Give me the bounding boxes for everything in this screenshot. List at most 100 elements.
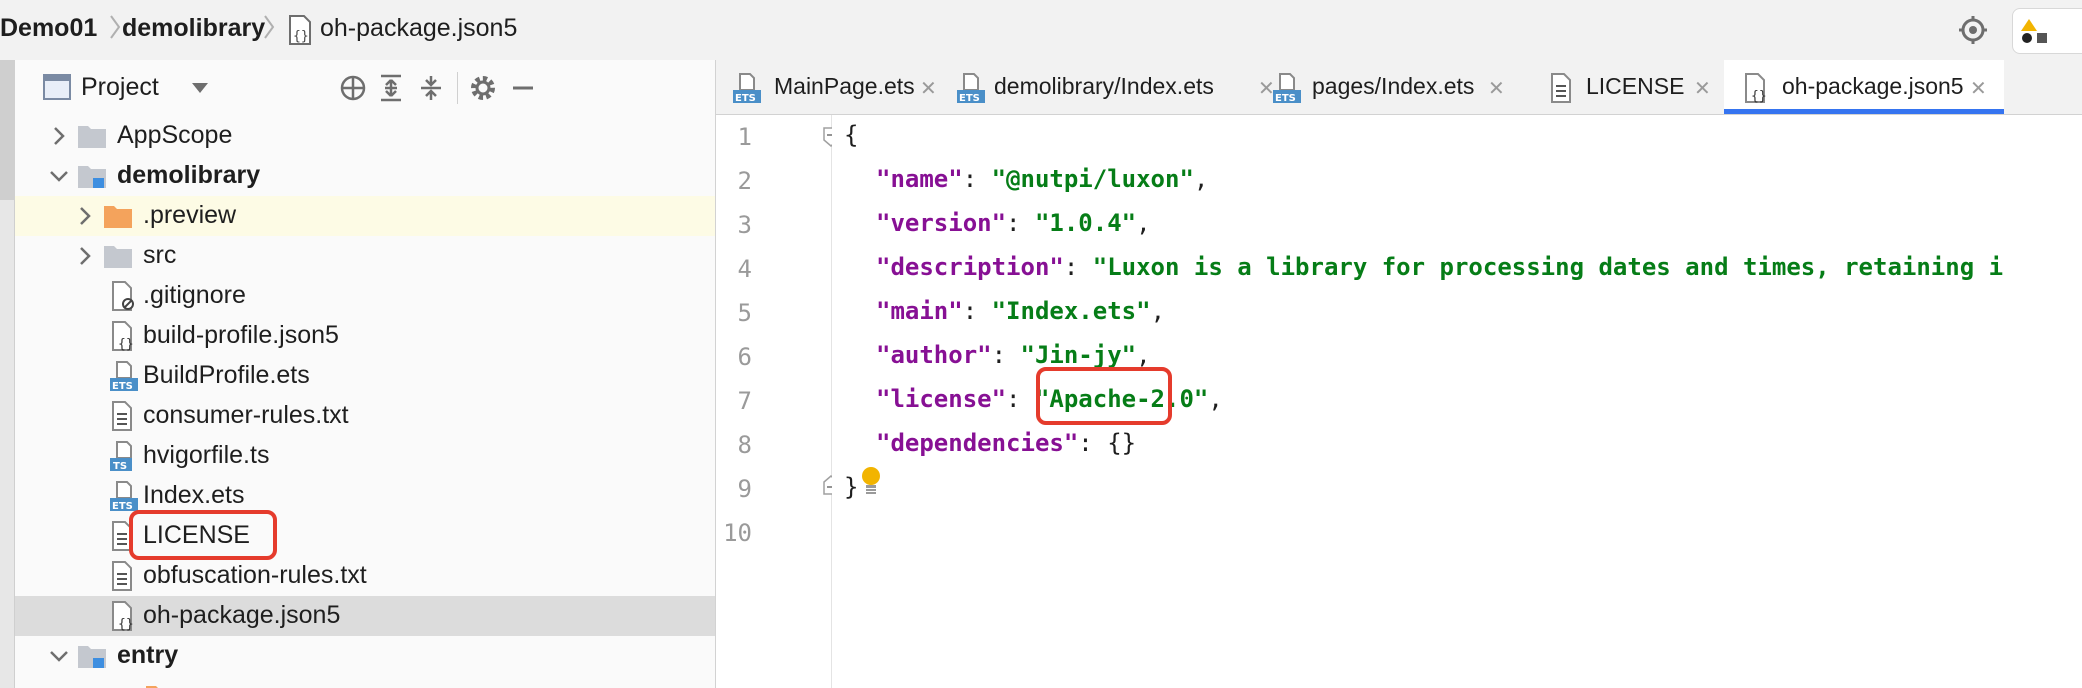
- line-number: 10: [723, 519, 752, 547]
- project-view-selector[interactable]: Project: [81, 73, 159, 102]
- tree-item-label: consumer-rules.txt: [143, 401, 349, 429]
- shapes-icon: [2021, 19, 2047, 43]
- line-number: 7: [737, 387, 752, 415]
- tree-item-src[interactable]: src: [15, 236, 715, 276]
- orange-folder-icon: [104, 206, 132, 228]
- breadcrumb-module[interactable]: demolibrary: [122, 14, 265, 43]
- project-tool-tab[interactable]: [0, 60, 14, 200]
- tab-pages-index[interactable]: ETS pages/Index.ets ✕: [1272, 60, 1505, 114]
- close-icon[interactable]: ✕: [920, 76, 937, 101]
- tree-item-label: obfuscation-rules.txt: [143, 561, 367, 589]
- svg-text:ETS: ETS: [1275, 93, 1296, 104]
- text-file-icon: [112, 401, 132, 431]
- locate-icon[interactable]: [1958, 15, 1988, 45]
- annotation-highlight: [129, 510, 277, 560]
- crosshair-icon[interactable]: [337, 72, 369, 104]
- svg-text:ETS: ETS: [112, 381, 133, 392]
- chevron-down-icon[interactable]: [191, 82, 209, 94]
- collapse-all-icon[interactable]: [415, 72, 447, 104]
- ets-file-icon: ETS: [733, 73, 761, 104]
- close-icon[interactable]: ✕: [1488, 76, 1505, 101]
- ets-file-icon: ETS: [957, 73, 985, 104]
- json-string: "1.0.4": [1034, 209, 1137, 237]
- tree-item-label: hvigorfile.ts: [143, 441, 270, 469]
- run-config-widget[interactable]: [2012, 8, 2082, 54]
- folder-icon: [78, 126, 106, 148]
- expand-all-icon[interactable]: [375, 72, 407, 104]
- json-colon: :: [1063, 253, 1093, 281]
- json-string: "Luxon is a library for processing dates…: [1092, 253, 2004, 281]
- tree-item-demolibrary[interactable]: demolibrary: [15, 156, 715, 196]
- tab-oh-package[interactable]: {} oh-package.json5 ✕: [1724, 60, 2004, 114]
- breadcrumb-file[interactable]: oh-package.json5: [320, 14, 517, 43]
- tree-item-entry[interactable]: entry: [15, 636, 715, 676]
- json-file-icon: {}: [112, 321, 134, 352]
- minimize-icon[interactable]: [507, 72, 539, 104]
- chevron-right-icon[interactable]: [47, 124, 71, 148]
- json-key: "dependencies": [876, 429, 1079, 457]
- tree-item-oh-package[interactable]: {} oh-package.json5: [15, 596, 715, 636]
- svg-text:ETS: ETS: [735, 93, 756, 104]
- json-brace: {: [844, 121, 859, 149]
- tree-item-index-ets[interactable]: ETS Index.ets: [15, 476, 715, 516]
- tree-item-buildprofile-ets[interactable]: ETS BuildProfile.ets: [15, 356, 715, 396]
- svg-text:{}: {}: [118, 617, 134, 632]
- json-comma: ,: [1193, 165, 1209, 193]
- json-key: "main": [876, 297, 963, 325]
- code-line-6: "author": "Jin-jy",: [876, 341, 1151, 369]
- tree-item-label: demolibrary: [117, 161, 261, 189]
- code-line-5: "main": "Index.ets",: [876, 297, 1165, 325]
- code-line-1: {: [844, 121, 858, 149]
- tree-item-obfuscation-rules[interactable]: obfuscation-rules.txt: [15, 556, 715, 596]
- json-file-icon: {}: [1745, 73, 1767, 104]
- json-comma: ,: [1136, 209, 1151, 237]
- tree-item-hvigorfile[interactable]: TS hvigorfile.ts: [15, 436, 715, 476]
- chevron-right-icon[interactable]: [73, 244, 97, 268]
- ets-file-icon: ETS: [110, 481, 138, 512]
- tab-label: LICENSE: [1586, 73, 1685, 99]
- svg-text:ETS: ETS: [959, 93, 980, 104]
- folder-icon: [104, 246, 132, 268]
- json-string: "Index.ets": [991, 297, 1151, 325]
- svg-text:{}: {}: [1751, 89, 1767, 104]
- tab-label: demolibrary/Index.ets: [994, 73, 1214, 99]
- gear-icon[interactable]: [467, 72, 499, 104]
- close-icon[interactable]: ✕: [1970, 76, 1987, 101]
- tree-item-build-profile[interactable]: {} build-profile.json5: [15, 316, 715, 356]
- json-comma: ,: [1208, 385, 1223, 413]
- ignore-file-icon: [112, 281, 134, 311]
- tree-item-appscope[interactable]: AppScope: [15, 116, 715, 156]
- tree-item-partial: [15, 676, 715, 688]
- ts-file-icon: TS: [110, 441, 132, 472]
- tab-label: pages/Index.ets: [1312, 73, 1475, 99]
- close-icon[interactable]: ✕: [1694, 76, 1711, 101]
- line-number: 8: [737, 431, 752, 459]
- json-key: "description": [876, 253, 1064, 281]
- navigation-bar: Demo01 demolibrary {} oh-package.json5: [0, 0, 2082, 61]
- tree-item-label: oh-package.json5: [143, 601, 341, 629]
- chevron-down-icon[interactable]: [47, 644, 71, 668]
- line-number: 3: [737, 211, 752, 239]
- tree-item-label: AppScope: [117, 121, 233, 149]
- tree-item-license[interactable]: LICENSE: [15, 516, 715, 556]
- tab-demolibrary-index[interactable]: ETS demolibrary/Index.ets ✕: [956, 60, 1275, 114]
- chevron-right-icon[interactable]: [73, 204, 97, 228]
- tab-license[interactable]: LICENSE ✕: [1548, 60, 1711, 114]
- lightbulb-icon[interactable]: [860, 466, 882, 496]
- chevron-down-icon[interactable]: [47, 164, 71, 188]
- line-number: 5: [737, 299, 752, 327]
- tree-item-label: src: [143, 241, 177, 269]
- json-string: "Jin-jy": [1020, 341, 1137, 369]
- breadcrumb-project[interactable]: Demo01: [0, 14, 97, 43]
- json-key: "version": [876, 209, 1007, 237]
- tab-mainpage[interactable]: ETS MainPage.ets ✕: [716, 60, 956, 114]
- json-colon: :: [1006, 209, 1035, 237]
- tree-item-label: entry: [117, 641, 179, 669]
- tree-item-preview[interactable]: .preview: [15, 196, 715, 236]
- tree-item-gitignore[interactable]: .gitignore: [15, 276, 715, 316]
- svg-text:{}: {}: [293, 29, 309, 44]
- json-key: "name": [876, 165, 963, 193]
- tab-label: oh-package.json5: [1782, 73, 1964, 99]
- json-colon: :: [991, 341, 1021, 369]
- tree-item-consumer-rules[interactable]: consumer-rules.txt: [15, 396, 715, 436]
